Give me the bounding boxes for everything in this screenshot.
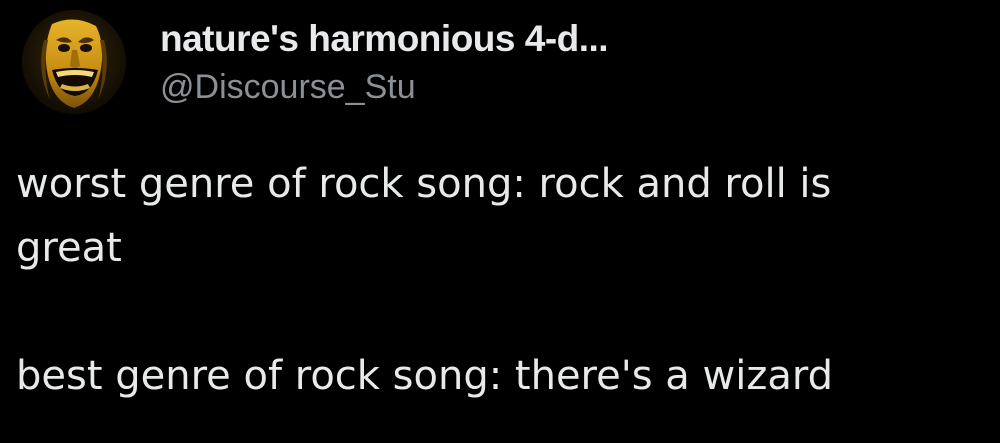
grinning-face-icon [22,10,126,114]
display-name[interactable]: nature's harmonious 4-d... [160,18,609,60]
tweet-line: worst genre of rock song: rock and roll … [16,161,832,207]
tweet-text: worst genre of rock song: rock and roll … [16,152,986,408]
tweet-line: best genre of rock song: there's a wizar… [16,353,833,399]
avatar[interactable] [22,10,126,114]
tweet-line: great [16,225,122,271]
tweet-card: nature's harmonious 4-d... @Discourse_St… [0,0,1000,443]
user-handle[interactable]: @Discourse_Stu [160,68,416,107]
